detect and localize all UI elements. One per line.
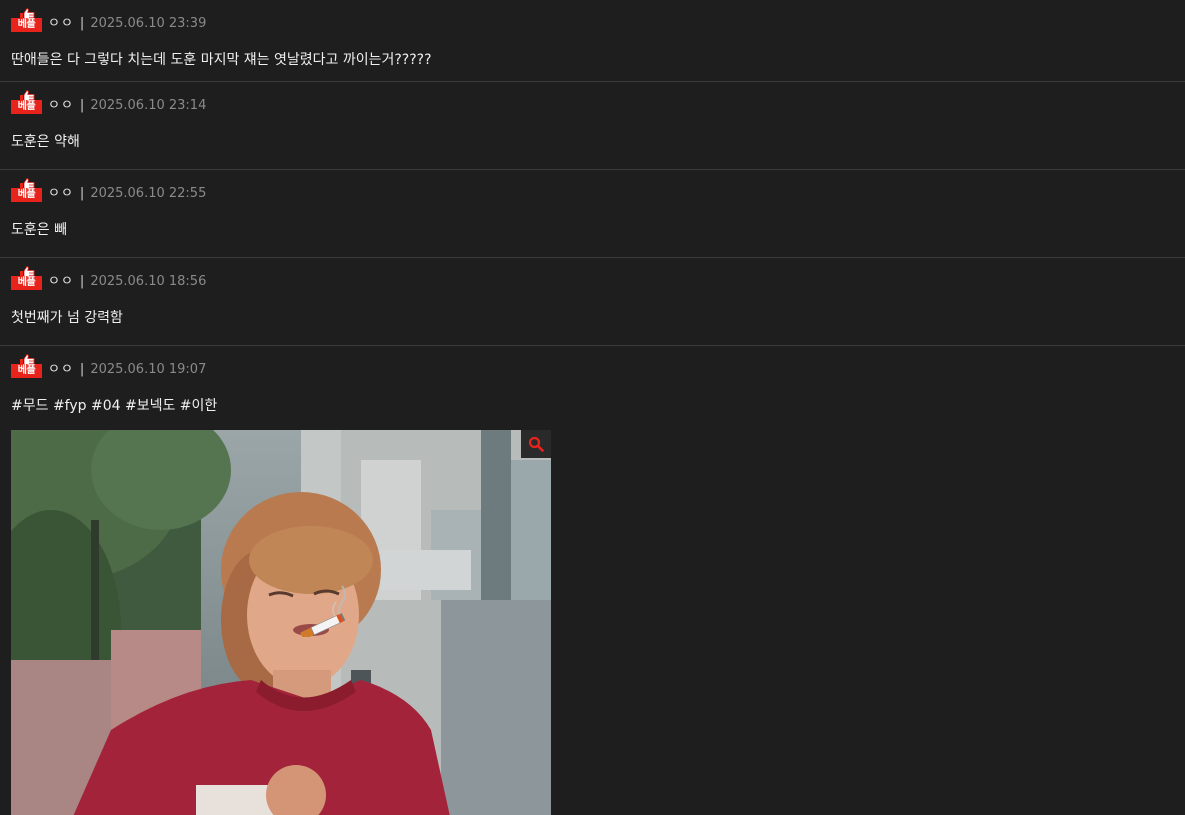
photo-illustration xyxy=(11,430,551,815)
comment-meta: 베플 ㅇㅇ | 2025.06.10 23:14 xyxy=(11,90,206,114)
badge-label: 베플 xyxy=(11,18,42,32)
comment-item: 베플 ㅇㅇ | 2025.06.10 18:56 첫번째가 넘 강력함 xyxy=(0,258,1185,346)
zoom-button[interactable] xyxy=(521,430,551,458)
comment-text: 도훈은 빼 xyxy=(11,222,67,238)
best-comment-badge: 베플 xyxy=(11,8,42,32)
comment-text: #무드 #fyp #04 #보넥도 #이한 xyxy=(11,398,218,414)
meta-separator: | xyxy=(79,274,85,289)
comment-item: 베플 ㅇㅇ | 2025.06.10 19:07 #무드 #fyp #04 #보… xyxy=(0,346,1185,815)
comment-text: 첫번째가 넘 강력함 xyxy=(11,310,123,326)
cigarette-icon xyxy=(300,585,346,640)
comment-date: 2025.06.10 19:07 xyxy=(90,362,207,377)
badge-label: 베플 xyxy=(11,100,42,114)
comment-text: 도훈은 약해 xyxy=(11,134,80,150)
best-comment-badge: 베플 xyxy=(11,266,42,290)
comment-item: 베플 ㅇㅇ | 2025.06.10 23:14 도훈은 약해 xyxy=(0,82,1185,170)
comment-item: 베플 ㅇㅇ | 2025.06.10 22:55 도훈은 빼 xyxy=(0,170,1185,258)
author-name[interactable]: ㅇㅇ xyxy=(48,362,74,378)
comment-date: 2025.06.10 23:39 xyxy=(90,16,207,31)
search-icon xyxy=(528,436,544,452)
badge-label: 베플 xyxy=(11,364,42,378)
meta-separator: | xyxy=(79,98,85,113)
comment-meta: 베플 ㅇㅇ | 2025.06.10 23:39 xyxy=(11,8,206,32)
author-name[interactable]: ㅇㅇ xyxy=(48,98,74,114)
cigarette-sticker xyxy=(294,582,354,640)
comment-date: 2025.06.10 22:55 xyxy=(90,186,207,201)
comment-image[interactable] xyxy=(11,430,551,815)
meta-separator: | xyxy=(79,362,85,377)
meta-separator: | xyxy=(79,16,85,31)
best-comment-badge: 베플 xyxy=(11,178,42,202)
best-comment-badge: 베플 xyxy=(11,90,42,114)
meta-separator: | xyxy=(79,186,85,201)
author-name[interactable]: ㅇㅇ xyxy=(48,16,74,32)
comment-date: 2025.06.10 18:56 xyxy=(90,274,207,289)
comment-date: 2025.06.10 23:14 xyxy=(90,98,207,113)
badge-label: 베플 xyxy=(11,188,42,202)
comment-meta: 베플 ㅇㅇ | 2025.06.10 22:55 xyxy=(11,178,206,202)
author-name[interactable]: ㅇㅇ xyxy=(48,274,74,290)
comment-text: 딴애들은 다 그렇다 치는데 도훈 마지막 쟤는 엿날렸다고 까이는거????? xyxy=(11,52,432,68)
author-name[interactable]: ㅇㅇ xyxy=(48,186,74,202)
comment-meta: 베플 ㅇㅇ | 2025.06.10 18:56 xyxy=(11,266,206,290)
comment-item: 베플 ㅇㅇ | 2025.06.10 23:39 딴애들은 다 그렇다 치는데 … xyxy=(0,0,1185,82)
best-comment-badge: 베플 xyxy=(11,354,42,378)
comment-meta: 베플 ㅇㅇ | 2025.06.10 19:07 xyxy=(11,354,206,378)
comment-list: 베플 ㅇㅇ | 2025.06.10 23:39 딴애들은 다 그렇다 치는데 … xyxy=(0,0,1185,815)
badge-label: 베플 xyxy=(11,276,42,290)
